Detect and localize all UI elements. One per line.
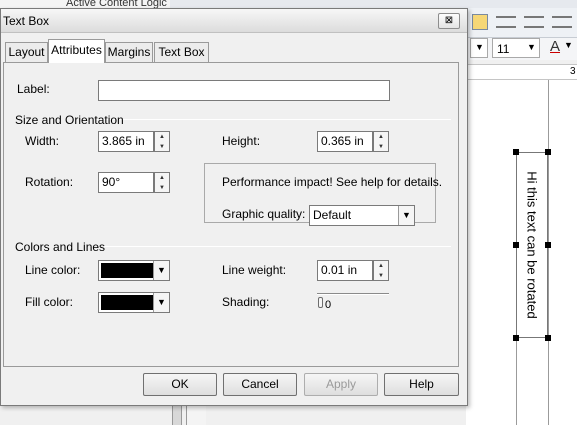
height-stepper[interactable]: ▲ ▼ [373,131,389,152]
resize-handle[interactable] [545,335,551,341]
line-weight-label: Line weight: [222,263,287,277]
performance-note: Performance impact! See help for details… [222,175,443,189]
width-label: Width: [25,134,60,148]
height-label: Height: [222,134,261,148]
line-color-picker[interactable]: ▼ [98,260,170,281]
spin-down-icon[interactable]: ▼ [374,271,388,281]
label-input[interactable] [98,80,390,101]
line-weight-stepper[interactable]: ▲ ▼ [373,260,389,281]
graphic-quality-value: Default [313,208,352,222]
page-margin-line [548,80,549,425]
spin-down-icon[interactable]: ▼ [155,183,169,193]
rotation-input[interactable]: 90° [98,172,154,193]
fill-color-swatch [101,295,153,310]
resize-handle[interactable] [545,242,551,248]
tab-attributes[interactable]: Attributes [48,39,105,63]
section-divider [96,119,451,120]
fill-color-label: Fill color: [25,295,74,309]
help-button[interactable]: Help [384,373,459,396]
apply-label: Apply [325,377,357,391]
rotated-text-container: Hi this text can be rotated [516,152,548,338]
font-size-value: 11 [497,42,510,56]
shading-slider-thumb[interactable] [318,297,323,308]
apply-button[interactable]: Apply [304,373,378,396]
spin-down-icon[interactable]: ▼ [374,142,388,152]
spin-up-icon[interactable]: ▲ [374,261,388,271]
cancel-label: Cancel [241,377,279,391]
rotated-text: Hi this text can be rotated [524,171,540,319]
attributes-panel: Label: Size and Orientation Width: 3.865… [3,62,459,367]
rotation-stepper[interactable]: ▲ ▼ [154,172,170,193]
background-panel [186,405,206,425]
resize-handle[interactable] [513,149,519,155]
resize-handle[interactable] [545,149,551,155]
label-field-label: Label: [17,82,50,96]
graphic-quality-label: Graphic quality: [222,207,306,221]
tab-text-box[interactable]: Text Box [154,42,209,62]
height-input[interactable]: 0.365 in [317,131,373,152]
spin-up-icon[interactable]: ▲ [155,173,169,183]
tab-layout[interactable]: Layout [5,42,48,62]
font-size-combo[interactable]: 11 ▼ [492,38,540,58]
close-icon: ⊠ [444,15,454,26]
chevron-down-icon: ▼ [475,42,484,52]
background-toolbar-icon[interactable] [472,14,488,30]
horizontal-ruler: 3 [460,64,577,80]
line-weight-input[interactable]: 0.01 in [317,260,373,281]
text-box-dialog: Text Box ⊠ Layout Attributes Margins Tex… [0,8,468,406]
section-divider [104,246,451,247]
chevron-down-icon[interactable]: ▼ [398,206,414,225]
shading-slider-track[interactable] [317,293,389,295]
close-button[interactable]: ⊠ [438,13,460,29]
graphic-quality-select[interactable]: Default ▼ [309,205,415,226]
fill-color-picker[interactable]: ▼ [98,292,170,313]
ok-button[interactable]: OK [143,373,217,396]
colors-lines-title: Colors and Lines [15,240,106,254]
help-label: Help [409,377,434,391]
width-input[interactable]: 3.865 in [98,131,154,152]
ok-label: OK [171,377,189,391]
cancel-button[interactable]: Cancel [223,373,297,396]
spin-up-icon[interactable]: ▲ [155,132,169,142]
ruler-mark-label: 3 [570,66,576,77]
spin-down-icon[interactable]: ▼ [155,142,169,152]
chevron-down-icon[interactable]: ▼ [153,293,169,312]
width-stepper[interactable]: ▲ ▼ [154,131,170,152]
resize-handle[interactable] [513,242,519,248]
background-toolbar [460,8,577,38]
tab-margins[interactable]: Margins [105,42,153,62]
tab-label: Text Box [158,45,205,59]
rotation-label: Rotation: [25,175,74,189]
size-orientation-title: Size and Orientation [15,113,124,127]
dialog-titlebar[interactable]: Text Box ⊠ [1,9,467,33]
tab-label: Margins [107,45,151,59]
chevron-down-icon[interactable]: ▼ [153,261,169,280]
chevron-down-icon[interactable]: ▼ [564,40,573,50]
font-dropdown-arrow[interactable]: ▼ [470,38,488,58]
spin-up-icon[interactable]: ▲ [374,132,388,142]
shading-label: Shading: [222,295,270,309]
shading-value: 0 [325,299,332,311]
align-left-icon[interactable] [496,16,516,28]
resize-handle[interactable] [513,335,519,341]
align-right-icon[interactable] [552,16,572,28]
tab-label: Layout [8,45,45,59]
line-color-label: Line color: [25,263,81,277]
font-color-icon[interactable]: A [550,38,560,55]
dialog-title: Text Box [3,14,50,28]
align-center-icon[interactable] [524,16,544,28]
tab-label: Attributes [51,43,102,57]
chevron-down-icon: ▼ [527,42,536,52]
background-format-bar: ▼ 11 ▼ A ▼ [460,38,577,60]
line-color-swatch [101,263,153,278]
page-margin-line [516,338,517,425]
